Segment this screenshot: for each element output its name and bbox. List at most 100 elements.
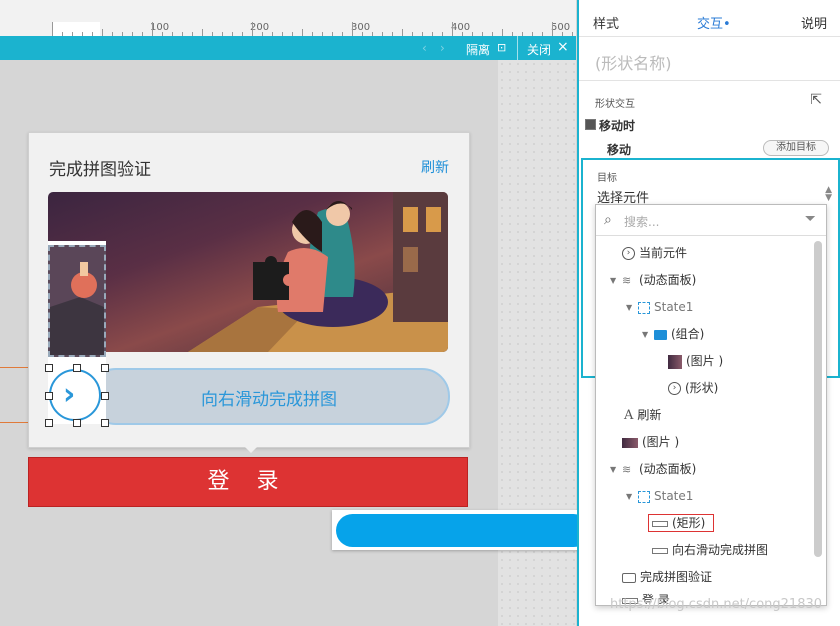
next-state-icon[interactable]: › <box>440 41 445 55</box>
hide-button[interactable]: 隔离 <box>466 41 490 58</box>
tree-item-label: 完成拼图验证 <box>640 570 713 584</box>
tree-item[interactable]: ≋ (动态面板) <box>622 459 696 479</box>
ruler-tick <box>102 29 103 36</box>
section-divider <box>579 80 840 81</box>
add-target-button[interactable]: 添加目标 <box>763 140 829 156</box>
puzzle-piece[interactable] <box>48 245 106 357</box>
resize-handle[interactable] <box>73 419 81 427</box>
speech-icon <box>622 572 636 583</box>
scrollbar[interactable] <box>814 241 822 557</box>
tree-item-label: State1 <box>654 489 694 503</box>
resize-handle[interactable] <box>101 419 109 427</box>
ruler-tick <box>202 29 203 36</box>
layers-icon: ≋ <box>622 274 632 287</box>
state-icon <box>638 301 650 314</box>
collapse-icon[interactable] <box>585 119 596 130</box>
bar-divider <box>517 36 518 60</box>
expand-icon[interactable]: ▼ <box>642 330 648 339</box>
expand-icon[interactable]: ▼ <box>626 303 632 312</box>
resize-handle[interactable] <box>73 364 81 372</box>
tree-item-label: (形状) <box>685 381 719 395</box>
tree-item[interactable]: (组合) <box>654 324 704 344</box>
close-icon[interactable]: × <box>557 39 569 55</box>
drag-preview-pill <box>336 514 590 547</box>
prev-state-icon[interactable]: ‹ <box>422 41 427 55</box>
resize-handle[interactable] <box>45 364 53 372</box>
ruler-tick <box>552 22 553 36</box>
expand-icon[interactable]: ▼ <box>610 276 616 285</box>
ruler-tick <box>402 29 403 36</box>
tree-item[interactable]: ≋ (动态面板) <box>622 270 696 290</box>
image-icon <box>668 354 682 369</box>
drag-preview[interactable] <box>332 510 594 550</box>
expand-icon[interactable]: ▼ <box>626 492 632 501</box>
illustration <box>188 192 448 352</box>
slider-track[interactable]: 向右滑动完成拼图 <box>88 368 450 425</box>
action-label[interactable]: 移动 <box>607 141 631 158</box>
new-interaction-icon[interactable]: ⇱ <box>810 92 822 108</box>
resize-handle[interactable] <box>45 392 53 400</box>
tree-item-label: (图片 ) <box>686 354 724 368</box>
search-icon: ⌕ <box>604 212 612 228</box>
tree-item[interactable]: › 当前元件 <box>622 243 687 263</box>
rectangle-icon <box>652 520 668 527</box>
shape-name-field[interactable]: (形状名称) <box>595 50 672 74</box>
search-input[interactable]: 搜索... <box>624 213 659 230</box>
tree-item[interactable]: 向右滑动完成拼图 <box>652 540 768 560</box>
tree-item[interactable]: A 刷新 <box>624 405 661 425</box>
resize-handle[interactable] <box>101 364 109 372</box>
captcha-card: 完成拼图验证 刷新 向右滑动完成拼图 › <box>28 132 470 453</box>
event-label[interactable]: 移动时 <box>599 117 635 134</box>
tree-item[interactable]: State1 <box>638 486 693 506</box>
target-label: 目标 <box>597 173 617 184</box>
expand-icon[interactable]: ▼ <box>610 465 616 474</box>
ruler-label: 300 <box>351 22 371 33</box>
refresh-link[interactable]: 刷新 <box>421 157 449 177</box>
login-button[interactable]: 登 录 <box>28 457 468 507</box>
ruler-tick <box>252 22 253 36</box>
dynamic-panel-bar: ‹ › 隔离 ⊡ 关闭 × <box>0 36 576 60</box>
resize-handle[interactable] <box>45 419 53 427</box>
ruler-tick <box>502 29 503 36</box>
tree-item[interactable]: › (形状) <box>668 378 718 398</box>
circle-arrow-icon: › <box>622 247 635 260</box>
chevron-right-icon: › <box>63 377 76 412</box>
tab-interactions-label: 交互 <box>697 17 724 32</box>
tree-item[interactable]: (矩形) <box>652 513 705 533</box>
filter-icon[interactable]: ⏷ <box>805 211 816 227</box>
tree-item-label: 当前元件 <box>639 246 688 260</box>
slider-hint-text: 向右滑动完成拼图 <box>201 390 337 410</box>
tree-item-label: (组合) <box>671 327 705 341</box>
tree-item-label: 刷新 <box>637 408 662 422</box>
isolate-icon[interactable]: ⊡ <box>497 41 506 54</box>
ruler-label: 400 <box>451 22 471 33</box>
card-title: 完成拼图验证 <box>49 160 151 180</box>
tree-item[interactable]: State1 <box>638 297 693 317</box>
state-icon <box>638 490 650 503</box>
ruler-tick <box>302 29 303 36</box>
tree-item-label: (图片 ) <box>642 435 680 449</box>
card-pointer <box>241 443 261 453</box>
tree-item[interactable]: (图片 ) <box>622 432 679 452</box>
image-icon <box>622 437 638 448</box>
tab-interactions[interactable]: 交互• <box>697 13 731 32</box>
resize-handle[interactable] <box>101 392 109 400</box>
folder-icon <box>654 329 667 340</box>
rectangle-icon <box>652 547 668 554</box>
search-row: ⌕ 搜索... ⏷ <box>596 205 826 236</box>
tab-style[interactable]: 样式 <box>593 13 619 32</box>
close-button[interactable]: 关闭 <box>527 41 551 58</box>
watermark: https://blog.csdn.net/cong21830 <box>610 597 823 612</box>
tab-notes[interactable]: 说明 <box>801 13 827 32</box>
slider-handle[interactable]: › <box>49 369 101 421</box>
active-dot: • <box>723 17 731 32</box>
tree-item-label: (动态面板) <box>639 462 697 476</box>
tree-item[interactable]: 完成拼图验证 <box>622 567 712 587</box>
select-arrows-icon: ▲ ▼ <box>825 185 832 203</box>
tree-item-label: (矩形) <box>672 516 706 530</box>
target-dropdown: ⌕ 搜索... ⏷ › 当前元件 ▼ ≋ (动态面板) ▼ State1 ▼ (组合… <box>595 204 827 606</box>
ruler-tick <box>152 22 153 36</box>
text-icon: A <box>624 407 634 423</box>
tree-item[interactable]: (图片 ) <box>668 351 723 371</box>
layers-icon: ≋ <box>622 463 632 476</box>
